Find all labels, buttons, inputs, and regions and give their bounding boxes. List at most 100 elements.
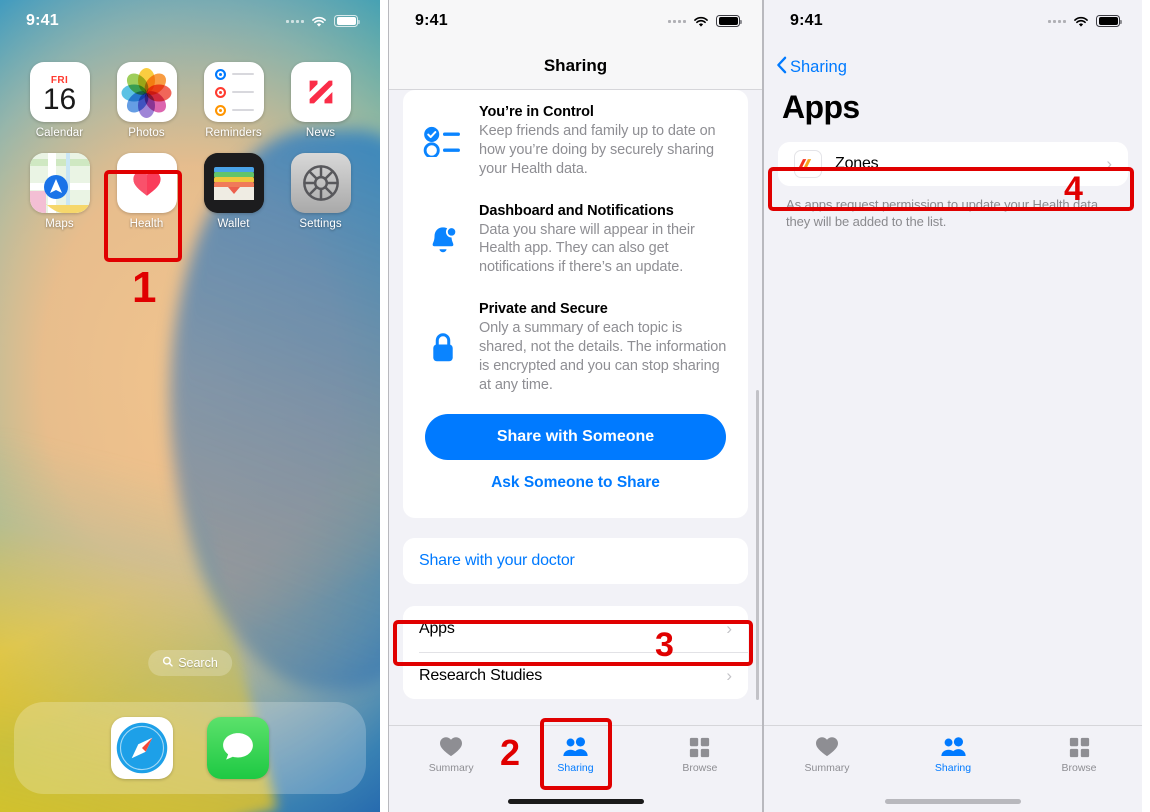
tab-label: Summary [804, 762, 850, 774]
heart-icon [439, 736, 463, 758]
app-label: Maps [45, 218, 74, 230]
feature-body: Data you share will appear in their Heal… [479, 221, 695, 276]
health-icon [116, 153, 177, 213]
app-label: Health [129, 218, 164, 230]
tab-label: Sharing [557, 762, 594, 774]
grid-icon [1069, 736, 1090, 758]
status-icons [1048, 15, 1122, 27]
wallet-icon [203, 153, 264, 213]
scroll-indicator[interactable] [756, 390, 759, 700]
annotation-number-1: 1 [132, 263, 157, 312]
settings-icon [290, 153, 351, 213]
app-label: Reminders [205, 127, 262, 139]
calendar-date: 16 [42, 83, 77, 116]
sharing-intro-card: You’re in Control Keep friends and famil… [403, 90, 748, 519]
chevron-right-icon: › [1106, 154, 1112, 173]
app-wallet[interactable]: Wallet [190, 153, 277, 230]
signal-dots-icon [668, 19, 686, 23]
status-time: 9:41 [790, 12, 823, 29]
back-label: Sharing [790, 58, 847, 76]
row-label: Share with your doctor [419, 552, 575, 570]
wifi-icon [693, 15, 709, 27]
row-label: Apps [419, 620, 455, 638]
nav-title: Sharing [389, 42, 762, 90]
feature-body: Only a summary of each topic is shared, … [479, 320, 727, 393]
photos-icon [116, 62, 177, 122]
tab-bar-apps: Summary Sharing Browse [764, 725, 1142, 812]
panel-gap-left [380, 0, 388, 812]
tab-browse[interactable]: Browse [1016, 736, 1142, 774]
app-photos[interactable]: Photos [103, 62, 190, 139]
panel-apps: 9:41 Sharing Apps Zones › As apps reques… [763, 0, 1142, 812]
tab-sharing[interactable]: Sharing [513, 736, 637, 774]
sharing-scroll-area[interactable]: You’re in Control Keep friends and famil… [389, 90, 762, 715]
search-pill[interactable]: Search [148, 650, 232, 676]
row-label: Research Studies [419, 667, 543, 685]
feature-private: Private and Secure Only a summary of eac… [403, 297, 748, 398]
row-apps[interactable]: Apps › [403, 606, 748, 653]
tab-label: Summary [428, 762, 474, 774]
status-icons [668, 15, 742, 27]
app-calendar[interactable]: FRI 16 Calendar [16, 62, 103, 139]
ask-someone-to-share-button[interactable]: Ask Someone to Share [403, 460, 748, 510]
chevron-left-icon [776, 56, 787, 79]
signal-dots-icon [1048, 19, 1066, 23]
grid-icon [689, 736, 710, 758]
app-label: Wallet [217, 218, 250, 230]
screenshot-stage: 9:41 FRI 16 Calendar Photos Reminders Ne… [0, 0, 1150, 812]
heart-icon [815, 736, 839, 758]
annotation-number-3: 3 [655, 626, 674, 664]
annotation-number-2: 2 [500, 732, 521, 773]
feature-heading: Dashboard and Notifications [479, 202, 674, 219]
app-label: Calendar [35, 127, 84, 139]
wifi-icon [311, 15, 327, 27]
app-news[interactable]: News [277, 62, 364, 139]
app-maps[interactable]: Maps [16, 153, 103, 230]
chevron-right-icon: › [726, 619, 732, 639]
bell-icon [421, 222, 465, 258]
back-button[interactable]: Sharing [764, 42, 1142, 79]
tab-browse[interactable]: Browse [638, 736, 762, 774]
share-with-doctor-row[interactable]: Share with your doctor [403, 538, 748, 585]
battery-icon [716, 15, 742, 27]
safari-icon[interactable] [111, 717, 173, 779]
app-grid-row-1: FRI 16 Calendar Photos Reminders News [0, 42, 380, 139]
app-label: Settings [299, 218, 342, 230]
reminders-icon [203, 62, 264, 122]
zones-app-icon [794, 150, 822, 178]
wifi-icon [1073, 15, 1089, 27]
panel-sharing: 9:41 Sharing You’re in Control Keep frie… [388, 0, 763, 812]
messages-icon[interactable] [207, 717, 269, 779]
app-reminders[interactable]: Reminders [190, 62, 277, 139]
feature-heading: You’re in Control [479, 104, 594, 120]
app-settings[interactable]: Settings [277, 153, 364, 230]
share-with-someone-button[interactable]: Share with Someone [425, 414, 726, 461]
lock-icon [421, 329, 465, 367]
checklist-icon [421, 125, 465, 158]
status-icons [286, 15, 360, 27]
people-icon [940, 736, 967, 758]
home-indicator [507, 799, 644, 804]
tab-sharing[interactable]: Sharing [890, 736, 1016, 774]
app-label: Photos [128, 127, 165, 139]
row-label: Zones [835, 155, 879, 172]
feature-heading: Private and Secure [479, 301, 608, 318]
app-health[interactable]: Health [103, 153, 190, 230]
status-bar-apps: 9:41 [764, 0, 1142, 42]
home-indicator [885, 799, 1021, 804]
news-icon [290, 62, 351, 122]
annotation-number-4: 4 [1064, 170, 1083, 208]
calendar-icon: FRI 16 [29, 62, 90, 122]
status-time: 9:41 [26, 12, 59, 29]
tab-summary[interactable]: Summary [764, 736, 890, 774]
maps-icon [29, 153, 90, 213]
row-research-studies[interactable]: Research Studies › [403, 653, 748, 700]
signal-dots-icon [286, 19, 304, 23]
tab-label: Browse [682, 762, 718, 774]
tab-summary[interactable]: Summary [389, 736, 513, 774]
feature-body: Keep friends and family up to date on ho… [479, 123, 716, 177]
feature-control: You’re in Control Keep friends and famil… [403, 100, 748, 183]
tab-label: Sharing [934, 762, 972, 774]
search-icon [162, 656, 173, 670]
page-title: Apps [782, 89, 860, 125]
